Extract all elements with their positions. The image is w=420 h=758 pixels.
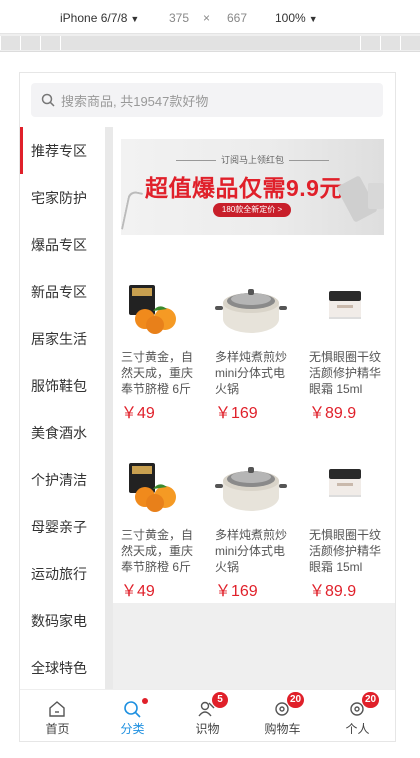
product-price: ￥169 [215,583,258,600]
sidebar-item-label: 全球特色 [31,659,87,676]
promo-banner[interactable]: 订阅马上领红包 超值爆品仅需9.9元 180款全新定价 > [121,139,384,235]
device-name: iPhone 6/7/8 [60,11,128,25]
banner-cta[interactable]: 180款全新定价 > [213,203,291,217]
notification-dot [142,698,148,704]
sidebar-item-mother-baby[interactable]: 母婴亲子 [20,503,105,550]
hotpot-image [215,289,287,333]
sidebar-item-label: 新品专区 [31,283,87,300]
hanger-decoration [121,189,144,233]
phone-viewport: 搜索商品, 共19547款好物 推荐专区 宅家防护 爆品专区 新品专区 居家生活… [19,72,396,742]
eye-cream-image [329,469,361,497]
dimension-separator: × [203,11,211,25]
product-name: 多样炖煮煎炒mini分体式电火锅 [215,528,288,574]
sidebar-item-hot-products[interactable]: 爆品专区 [20,221,105,268]
eye-cream-image [329,291,361,319]
tab-home[interactable]: 首页 [20,690,95,741]
tab-label: 首页 [45,722,70,736]
tab-label: 个人 [345,722,370,736]
sidebar-item-label: 美食酒水 [31,424,87,441]
product-price: ￥49 [121,405,155,422]
media-query-ruler [0,34,420,52]
sidebar-item-label: 运动旅行 [31,565,87,582]
search-placeholder: 搜索商品, 共19547款好物 [61,93,209,109]
sidebar-item-label: 推荐专区 [31,142,87,159]
category-sidebar: 推荐专区 宅家防护 爆品专区 新品专区 居家生活 服饰鞋包 美食酒水 个护清洁 … [20,127,105,689]
viewport-height[interactable]: 667 [227,11,247,25]
tab-profile[interactable]: 20 个人 [320,690,395,741]
tab-label: 识物 [195,722,220,736]
sidebar-item-home-living[interactable]: 居家生活 [20,315,105,362]
sidebar-item-sports-travel[interactable]: 运动旅行 [20,550,105,597]
tab-badge: 20 [287,692,305,708]
product-grid: 三寸黄金，自然天成，重庆奉节脐橙 6斤 ￥49 多样炖煮煎炒mini分体式电火锅… [113,247,395,603]
tab-label: 分类 [120,722,145,736]
sidebar-item-label: 宅家防护 [31,189,87,206]
sidebar-item-label: 母婴亲子 [31,518,87,535]
category-content: 订阅马上领红包 超值爆品仅需9.9元 180款全新定价 > 三寸黄金，自然天成，… [113,127,395,689]
sidebar-item-label: 数码家电 [31,612,87,629]
product-row: 三寸黄金，自然天成，重庆奉节脐橙 6斤 ￥49 多样炖煮煎炒mini分体式电火锅… [113,425,395,603]
sidebar-item-apparel[interactable]: 服饰鞋包 [20,362,105,409]
sidebar-item-digital[interactable]: 数码家电 [20,597,105,644]
sidebar-item-label: 居家生活 [31,330,87,347]
sidebar-item-personal-care[interactable]: 个护清洁 [20,456,105,503]
home-icon [49,701,65,717]
tab-label: 购物车 [264,722,301,736]
banner-subtitle: 订阅马上领红包 [121,153,384,166]
product-price: ￥89.9 [309,405,357,422]
search-icon [124,701,141,718]
product-price: ￥49 [121,583,155,600]
product-name: 无惧眼圈干纹活颜修护精华眼霜 15ml [309,350,382,396]
device-caret-icon: ▼ [130,14,140,24]
orange-image [129,463,176,512]
sidebar-item-global[interactable]: 全球特色 [20,644,105,691]
sidebar-item-home-protection[interactable]: 宅家防护 [20,174,105,221]
tab-category[interactable]: 分类 [95,690,170,741]
content-panel: 订阅马上领红包 超值爆品仅需9.9元 180款全新定价 > 三寸黄金，自然天成，… [113,127,395,603]
sidebar-item-food-drinks[interactable]: 美食酒水 [20,409,105,456]
tab-cart[interactable]: 20 购物车 [245,690,320,741]
sidebar-item-recommended[interactable]: 推荐专区 [20,127,105,174]
banner-headline: 超值爆品仅需9.9元 [145,175,343,201]
tab-discover[interactable]: 5 识物 [170,690,245,741]
product-name: 多样炖煮煎炒mini分体式电火锅 [215,350,288,396]
zoom-selector[interactable]: 100% ▼ [275,11,318,25]
product-price: ￥89.9 [309,583,357,600]
search-bar[interactable]: 搜索商品, 共19547款好物 [31,83,383,117]
tab-badge: 20 [362,692,380,708]
sidebar-item-label: 个护清洁 [31,471,87,488]
orange-image [129,285,176,334]
product-name: 三寸黄金，自然天成，重庆奉节脐橙 6斤 [121,350,194,396]
sidebar-item-new-products[interactable]: 新品专区 [20,268,105,315]
zoom-caret-icon: ▼ [308,14,318,24]
search-icon [41,93,55,107]
bottom-tab-bar: 首页 分类 5 识物 20 购物车 20 个人 [20,689,395,741]
zoom-level: 100% [275,11,306,25]
product-name: 三寸黄金，自然天成，重庆奉节脐橙 6斤 [121,528,194,574]
sidebar-item-label: 爆品专区 [31,236,87,253]
tab-badge: 5 [212,692,228,708]
device-selector[interactable]: iPhone 6/7/8 ▼ [60,11,139,25]
device-toolbar: iPhone 6/7/8 ▼ 375 × 667 100% ▼ [0,0,420,34]
hotpot-image [215,467,287,511]
product-decoration [368,183,384,209]
product-name: 无惧眼圈干纹活颜修护精华眼霜 15ml [309,528,382,574]
viewport-width[interactable]: 375 [169,11,189,25]
product-row: 三寸黄金，自然天成，重庆奉节脐橙 6斤 ￥49 多样炖煮煎炒mini分体式电火锅… [113,247,395,425]
sidebar-item-label: 服饰鞋包 [31,377,87,394]
sidebar-scrollbar[interactable] [105,127,113,689]
product-price: ￥169 [215,405,258,422]
